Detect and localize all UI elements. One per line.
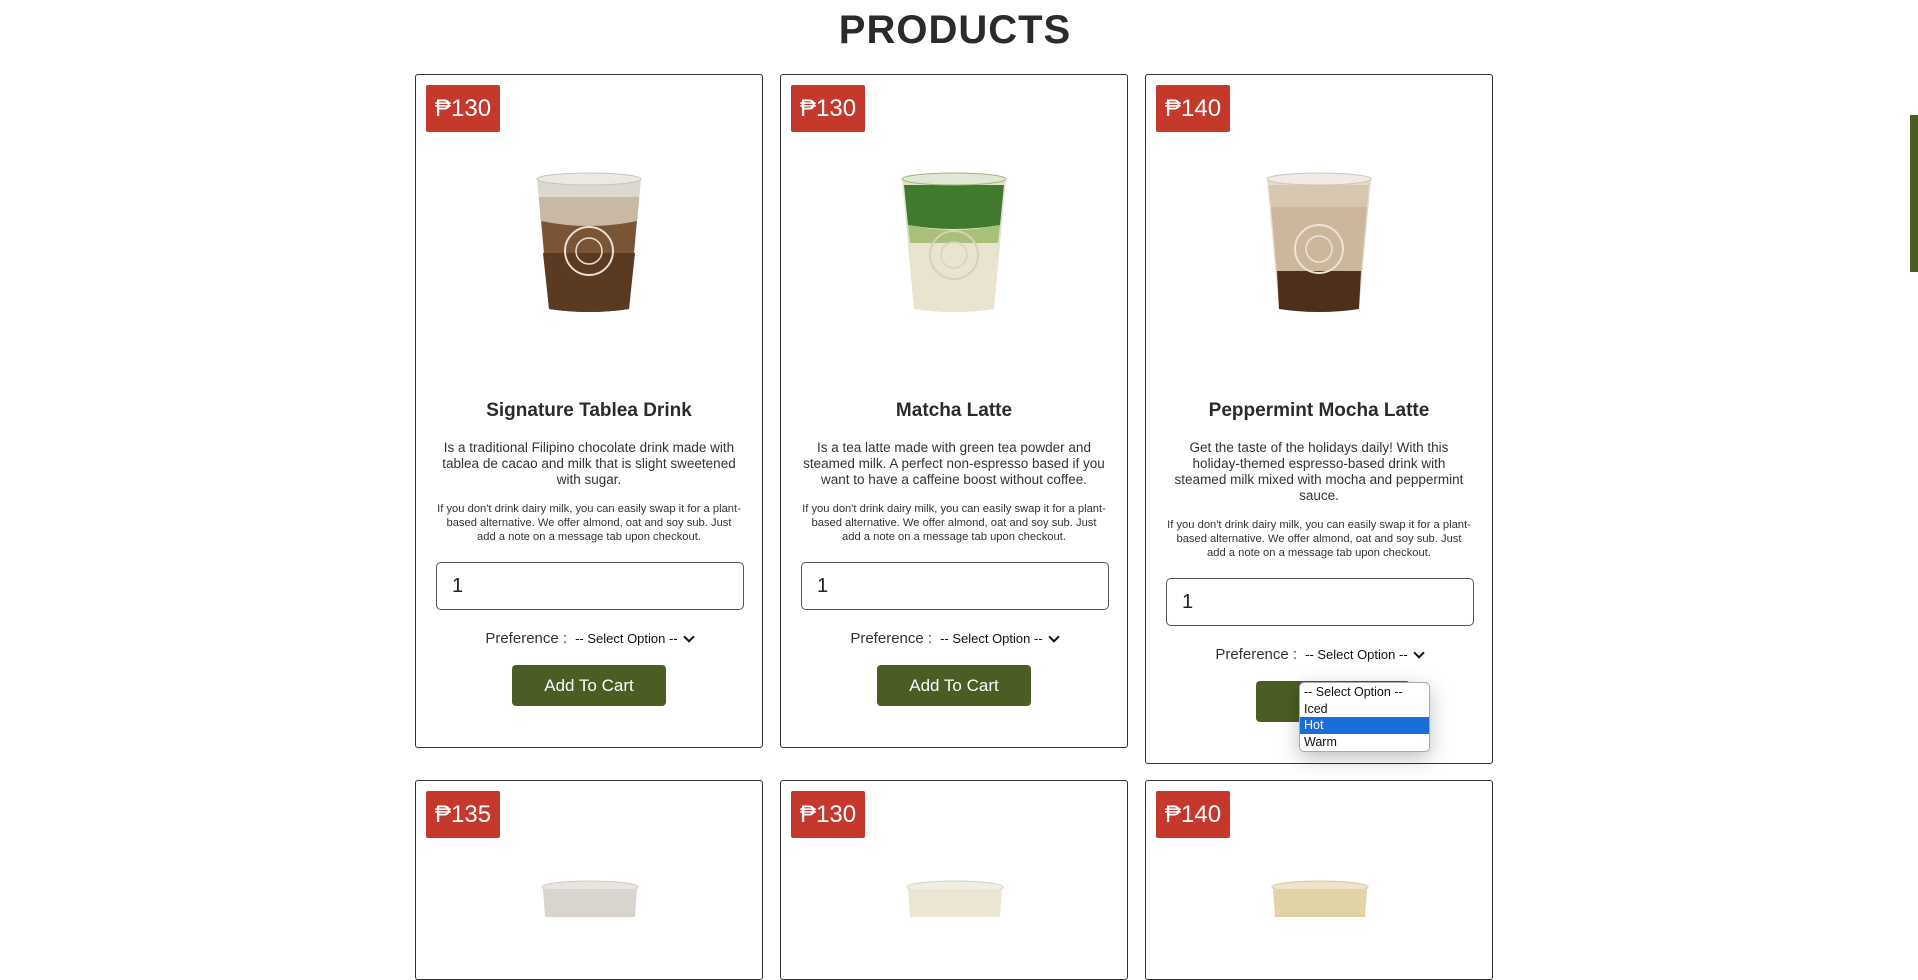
preference-select[interactable]: -- Select Option --	[940, 630, 1060, 646]
price-badge: ₱130	[791, 791, 866, 838]
product-card: ₱130	[780, 780, 1128, 980]
product-name: Peppermint Mocha Latte	[1208, 400, 1430, 421]
page-title: PRODUCTS	[838, 8, 1072, 52]
chevron-down-icon	[1047, 630, 1060, 643]
product-name: Matcha Latte	[895, 400, 1013, 421]
dropdown-option[interactable]: -- Select Option --	[1300, 684, 1429, 701]
preference-label: Preference :	[850, 630, 933, 647]
side-accent-bar	[1910, 115, 1918, 272]
preference-dropdown-list[interactable]: -- Select Option -- Iced Hot Warm	[1299, 682, 1430, 752]
dropdown-option[interactable]: Iced	[1300, 701, 1429, 718]
product-name: Signature Tablea Drink	[486, 400, 692, 421]
price-badge: ₱130	[791, 85, 866, 132]
add-to-cart-button[interactable]: Add To Cart	[512, 665, 666, 706]
preference-select-value: -- Select Option --	[940, 631, 1043, 646]
product-description: Is a traditional Filipino chocolate drin…	[442, 440, 736, 487]
dropdown-option[interactable]: Warm	[1300, 734, 1429, 751]
quantity-input[interactable]	[436, 562, 744, 610]
drink-cup-image	[1271, 880, 1369, 917]
dairy-note: If you don't drink dairy milk, you can e…	[437, 503, 741, 543]
price-badge: ₱130	[426, 85, 501, 132]
matcha-latte-cup-image	[901, 172, 1007, 312]
quantity-input[interactable]	[801, 562, 1109, 610]
dropdown-option-highlighted[interactable]: Hot	[1300, 717, 1429, 734]
price-badge: ₱135	[426, 791, 501, 838]
product-description: Get the taste of the holidays daily! Wit…	[1174, 440, 1464, 503]
product-description: Is a tea latte made with green tea powde…	[803, 440, 1105, 487]
preference-label: Preference :	[485, 630, 568, 647]
product-card: ₱130 Matcha Latte Is a tea latte made wi…	[780, 74, 1128, 748]
preference-select[interactable]: -- Select Option --	[575, 630, 695, 646]
product-card: ₱130 Signature Tablea Drink Is a traditi…	[415, 74, 763, 748]
quantity-input[interactable]	[1166, 578, 1474, 626]
add-to-cart-button[interactable]: Add To Cart	[877, 665, 1031, 706]
drink-cup-image	[541, 880, 639, 917]
product-card: ₱140	[1145, 780, 1493, 980]
dairy-note: If you don't drink dairy milk, you can e…	[802, 503, 1106, 543]
preference-select[interactable]: -- Select Option --	[1305, 646, 1425, 662]
dairy-note: If you don't drink dairy milk, you can e…	[1167, 519, 1471, 559]
preference-label: Preference :	[1215, 646, 1298, 663]
price-badge: ₱140	[1156, 791, 1231, 838]
chevron-down-icon	[682, 630, 695, 643]
drink-cup-image	[906, 880, 1004, 917]
product-card: ₱140 Peppermint Mocha Latte Get the tast…	[1145, 74, 1493, 764]
peppermint-mocha-cup-image	[1266, 172, 1372, 312]
product-card: ₱135	[415, 780, 763, 980]
preference-select-value: -- Select Option --	[575, 631, 678, 646]
tablea-drink-cup-image	[536, 172, 642, 312]
price-badge: ₱140	[1156, 85, 1231, 132]
chevron-down-icon	[1412, 646, 1425, 659]
preference-select-value: -- Select Option --	[1305, 647, 1408, 662]
